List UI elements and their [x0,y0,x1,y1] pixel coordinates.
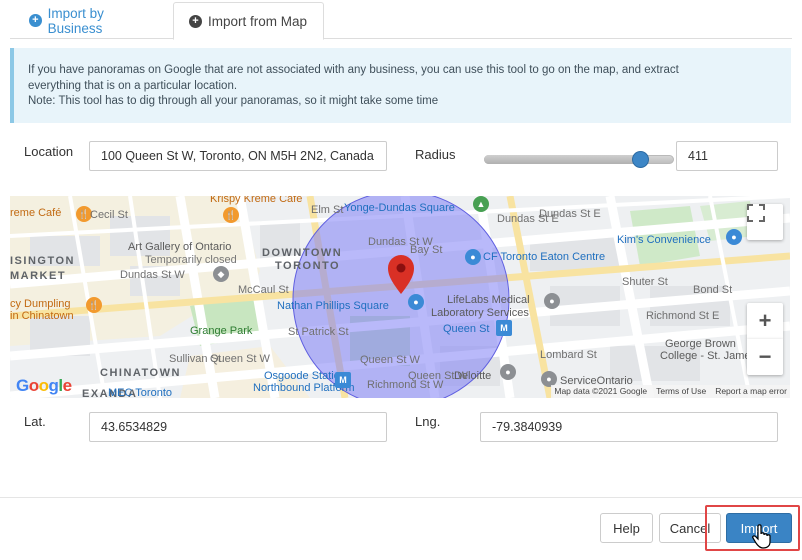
location-input[interactable] [89,141,387,171]
street-label: Bond St [693,284,733,296]
footer-divider [0,497,802,498]
map-poi-label: MEC Toronto [108,387,172,398]
map-poi-label: Queen St [443,323,490,335]
map-poi-label: Laboratory Services [431,307,529,319]
slider-thumb[interactable] [631,151,649,168]
radius-slider[interactable] [484,151,674,168]
tab-label: Import by Business [47,5,104,36]
slider-fill [484,155,640,164]
plus-circle-icon: + [189,14,202,28]
park-icon: ▲ [473,196,489,212]
info-alert: If you have panoramas on Google that are… [10,48,791,123]
tab-label: Import from Map [208,13,308,29]
street-label: Cecil St [90,209,128,221]
lng-label: Lng. [415,414,441,429]
street-label: McCaul St [238,284,289,296]
map-label: ISINGTON [10,255,75,267]
shopping-icon: ● [465,249,481,265]
medical-icon: ● [544,293,560,309]
map-poi-label: LifeLabs Medical [447,294,530,306]
map-poi-label: Art Gallery of Ontario [128,241,232,253]
map-label: MARKET [10,270,67,282]
subway-icon: M [335,372,351,388]
map-poi-label: Osgoode Station [264,370,346,382]
fullscreen-button[interactable] [747,204,783,240]
zoom-in-icon: + [758,308,772,333]
map-poi-label: Grange Park [190,325,253,337]
street-label: Shuter St [622,276,668,288]
map-poi-label: Krispy Kreme Cafe [210,196,303,205]
zoom-out-icon: − [758,344,772,369]
museum-icon: ◆ [213,266,229,282]
restaurant-icon: 🍴 [86,297,102,313]
map-view[interactable]: DOWNTOWN TORONTO CHINATOWN ISINGTON MARK… [10,196,790,398]
map-attribution: Map data ©2021 Google Terms of Use Repor… [551,385,790,398]
alert-line: Note: This tool has to dig through all y… [28,95,439,107]
street-label: Elm St [311,204,344,216]
location-label: Location [24,144,74,159]
map-poi-label: Temporarily closed [145,254,237,266]
map-poi-label: Kim's Convenience [617,234,711,246]
landmark-icon: ● [408,294,424,310]
street-label: Queen St W [360,354,420,366]
street-label: Bay St [410,244,443,256]
alert-line: everything that is on a particular locat… [28,79,238,92]
lng-input[interactable] [480,412,778,442]
map-label: CHINATOWN [100,367,181,379]
tab-bar: + Import by Business + Import from Map [10,0,792,40]
map-label: DOWNTOWN [262,247,343,259]
shop-icon: ● [726,229,742,245]
map-poi-label: cy Dumpling [10,298,71,310]
business-icon: ● [500,364,516,380]
street-label: Dundas St W [120,269,185,281]
lat-input[interactable] [89,412,387,442]
map-poi-label: reme Café [10,207,62,219]
tab-import-by-business[interactable]: + Import by Business [14,2,174,39]
lat-label: Lat. [24,414,46,429]
subway-icon: M [496,320,512,336]
map-poi-label: CF Toronto Eaton Centre [483,251,606,263]
street-label: Sullivan St [169,353,221,365]
zoom-out-button[interactable]: − [747,339,783,375]
map-poi-label: in Chinatown [10,310,74,322]
street-label: Dundas St E [539,208,601,220]
street-label: Richmond St W [367,379,444,391]
radius-label: Radius [415,147,456,162]
hand-cursor-icon [752,524,771,549]
tab-import-from-map[interactable]: + Import from Map [173,2,324,40]
help-button[interactable]: Help [600,513,653,543]
terms-link[interactable]: Terms of Use [656,386,706,397]
map-data-text: Map data ©2021 Google [554,386,648,396]
restaurant-icon: 🍴 [223,207,239,223]
map-label: TORONTO [275,260,341,272]
google-logo: Google [16,376,72,395]
map-poi-label: Yonge-Dundas Square [344,202,455,214]
street-label: Richmond St E [646,310,720,322]
alert-line: If you have panoramas on Google that are… [28,64,679,76]
map-poi-label: George Brown [665,338,736,350]
radius-input[interactable] [676,141,778,171]
report-error-link[interactable]: Report a map error [715,386,787,397]
street-label: Lombard St [540,349,597,361]
street-label: St Patrick St [288,326,349,338]
map-poi-label: Nathan Phillips Square [277,300,389,312]
plus-circle-icon: + [29,14,42,27]
zoom-in-button[interactable]: + [747,303,783,339]
fullscreen-icon [747,204,765,222]
